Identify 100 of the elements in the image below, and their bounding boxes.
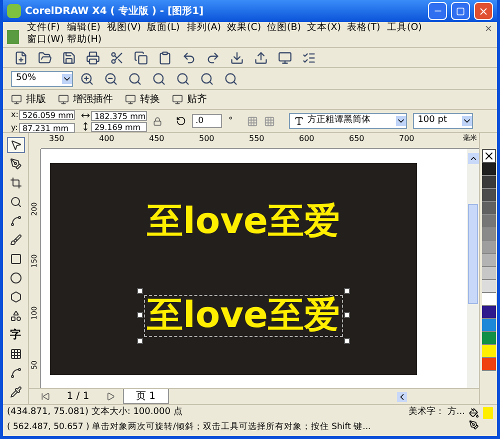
no-color-icon xyxy=(482,150,494,162)
color-swatch[interactable] xyxy=(482,306,496,319)
menu-item[interactable]: 视图(V) xyxy=(107,22,147,34)
tool-button[interactable] xyxy=(6,137,24,153)
status-text: ( 562.487, 50.657 ) 单击对象两次可旋转/倾斜；双击工具可选择所有对象；按住 Shift 键... xyxy=(7,421,372,434)
plugin-button[interactable]: 贴齐 xyxy=(172,92,207,107)
monitor-icon xyxy=(172,94,183,105)
minimize-button[interactable] xyxy=(428,2,447,20)
font-icon xyxy=(294,116,304,126)
menu-item[interactable]: 排列(A) xyxy=(187,22,227,34)
width-field[interactable]: 182.375 mm xyxy=(91,110,148,120)
ruler-label: 450 xyxy=(149,133,166,145)
tool-icon xyxy=(10,386,22,398)
menu-item[interactable]: 表格(T) xyxy=(347,22,387,34)
dropdown-arrow-icon xyxy=(462,116,472,126)
scroll-thumb[interactable] xyxy=(468,204,478,304)
dropdown-arrow-icon xyxy=(396,116,406,126)
fill-swatch xyxy=(483,406,493,418)
lock-icon[interactable] xyxy=(153,116,162,126)
color-swatch[interactable] xyxy=(482,280,496,293)
color-swatch[interactable] xyxy=(482,202,496,215)
selection-handle[interactable] xyxy=(344,338,350,344)
x-field[interactable]: 526.059 mm xyxy=(19,110,76,120)
scroll-up-button[interactable] xyxy=(468,153,478,164)
x-label: x: xyxy=(11,108,18,120)
tool-icon xyxy=(10,253,22,265)
color-swatch[interactable] xyxy=(482,332,496,345)
text-tool[interactable]: 字 xyxy=(6,327,24,343)
rotate-icon xyxy=(176,116,186,126)
page-count: 1 / 1 xyxy=(66,390,90,404)
ruler-label: 500 xyxy=(199,133,216,145)
color-swatch[interactable] xyxy=(482,293,496,306)
ruler-label: 550 xyxy=(249,133,266,145)
color-swatch[interactable] xyxy=(482,228,496,241)
tool-icon xyxy=(10,215,22,227)
selection-handle[interactable] xyxy=(344,288,350,294)
ruler-label: 700 xyxy=(399,133,416,145)
no-color-swatch[interactable] xyxy=(482,149,496,163)
color-swatch[interactable] xyxy=(482,319,496,332)
plugin-button[interactable]: 排版 xyxy=(11,92,46,107)
tool-icon xyxy=(10,139,22,151)
color-swatch[interactable] xyxy=(482,254,496,267)
plugin-button[interactable]: 增强插件 xyxy=(58,92,113,107)
color-swatch[interactable] xyxy=(482,345,496,358)
color-swatch[interactable] xyxy=(482,176,496,189)
zoom-dropdown[interactable]: 50% xyxy=(11,70,73,86)
menu-item[interactable]: 帮助(H) xyxy=(67,34,107,46)
next-page-icon[interactable] xyxy=(106,392,115,401)
font-dropdown[interactable]: 方正粗谭黑简体 xyxy=(288,113,407,129)
tool-icon xyxy=(10,348,22,360)
fill-icon xyxy=(469,408,479,418)
plugin-button[interactable]: 转换 xyxy=(125,92,160,107)
color-swatch[interactable] xyxy=(482,163,496,176)
menu-item[interactable]: 文件(F) xyxy=(27,22,67,34)
tool-icon xyxy=(10,367,22,379)
color-swatch[interactable] xyxy=(482,358,496,371)
close-button[interactable] xyxy=(474,2,493,20)
selection-handle[interactable] xyxy=(137,338,144,344)
first-page-icon[interactable] xyxy=(41,392,50,401)
menu-item[interactable]: 效果(C) xyxy=(227,22,267,34)
rotation-field[interactable]: .0 xyxy=(192,114,222,128)
maximize-icon xyxy=(456,6,465,16)
color-swatch[interactable] xyxy=(482,241,496,254)
scroll-left-icon[interactable] xyxy=(397,392,407,402)
menu-item[interactable]: 工具(O) xyxy=(387,22,427,34)
tool-icon xyxy=(10,234,22,246)
art-text: 至love至爱 xyxy=(147,202,340,242)
menu-item[interactable]: 文本(X) xyxy=(307,22,347,34)
app-icon xyxy=(7,4,21,18)
y-field[interactable]: 87.231 mm xyxy=(19,122,76,132)
menu-item[interactable]: 版面(L) xyxy=(147,22,187,34)
size-dropdown[interactable]: 100 pt xyxy=(412,113,473,129)
ruler-label: 350 xyxy=(49,133,66,145)
color-swatch[interactable] xyxy=(482,215,496,228)
tool-icon xyxy=(10,158,22,170)
ruler-label: 650 xyxy=(349,133,366,145)
monitor-icon xyxy=(125,94,136,105)
selection-handle[interactable] xyxy=(137,312,144,318)
page-tab[interactable]: 页 1 xyxy=(123,389,169,404)
tool-icon xyxy=(10,310,22,322)
tool-icon xyxy=(10,272,22,284)
height-field[interactable]: 29.169 mm xyxy=(91,122,148,132)
status-text: (434.871, 75.081) 文本大小: 100.000 点 xyxy=(7,406,184,419)
ruler-label: 600 xyxy=(299,133,316,145)
selection-handle[interactable] xyxy=(344,312,350,318)
menu-item[interactable]: 编辑(E) xyxy=(67,22,107,34)
ruler-label: 400 xyxy=(99,133,116,145)
menu-item[interactable]: 位图(B) xyxy=(267,22,307,34)
menu-item[interactable]: 窗口(W) xyxy=(27,34,67,46)
outline-icon xyxy=(469,420,479,430)
tool-icon xyxy=(10,291,22,303)
selection-handle[interactable] xyxy=(137,288,144,294)
color-swatch[interactable] xyxy=(482,189,496,202)
mdi-controls-icon[interactable] xyxy=(484,24,493,33)
color-swatch[interactable] xyxy=(482,267,496,280)
object-info: 美术字： 方... xyxy=(408,406,465,419)
monitor-icon xyxy=(11,94,22,105)
maximize-button[interactable] xyxy=(451,2,470,20)
art-text: 至love至爱 xyxy=(147,296,340,336)
document-icon xyxy=(7,30,19,44)
